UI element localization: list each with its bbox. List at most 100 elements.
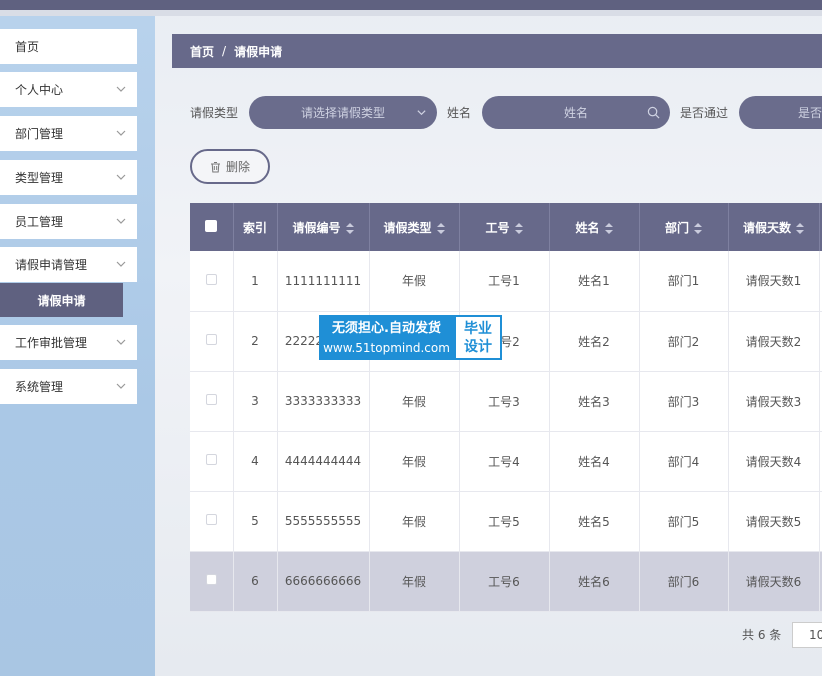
- select-all-checkbox[interactable]: [205, 219, 218, 232]
- table-row[interactable]: 22222222222年假工号2姓名2部门2请假天数2: [190, 311, 822, 372]
- sidebar-item-type[interactable]: 类型管理: [0, 160, 137, 195]
- sidebar-item-label: 部门管理: [15, 127, 64, 141]
- sidebar-item-label: 请假申请管理: [15, 258, 88, 272]
- row-checkbox[interactable]: [205, 334, 217, 345]
- header-index: 索引: [233, 203, 278, 251]
- department-cell: 部门3: [639, 371, 729, 432]
- row-checkbox[interactable]: [205, 514, 217, 525]
- leave-number-cell: 5555555555: [277, 491, 370, 552]
- department-cell: 部门4: [639, 431, 729, 492]
- sidebar-item-system[interactable]: 系统管理: [0, 369, 137, 404]
- employee-id-cell: 工号4: [459, 431, 550, 492]
- leave-number-cell: 4444444444: [277, 431, 370, 492]
- breadcrumb-current: 请假申请: [234, 44, 283, 59]
- leave-days-cell: 请假天数1: [728, 251, 820, 312]
- chevron-down-icon: [116, 383, 126, 389]
- sidebar-item-work-approval[interactable]: 工作审批管理: [0, 325, 137, 360]
- sort-icon[interactable]: [345, 222, 354, 234]
- sort-icon[interactable]: [796, 222, 804, 234]
- sidebar-item-label: 类型管理: [15, 171, 64, 185]
- row-checkbox-cell[interactable]: [190, 251, 234, 312]
- sidebar-item-leave-management[interactable]: 请假申请管理: [0, 247, 137, 282]
- sidebar-item-department[interactable]: 部门管理: [0, 116, 137, 151]
- leave-type-cell: 年假: [369, 491, 460, 552]
- sidebar-item-label: 首页: [15, 40, 40, 54]
- passed-select[interactable]: 是否: [739, 96, 822, 129]
- row-checkbox-cell[interactable]: [190, 491, 234, 552]
- sidebar-item-personal-center[interactable]: 个人中心: [0, 72, 137, 107]
- employee-id-cell: 工号5: [459, 491, 550, 552]
- sidebar-subitem-leave-application[interactable]: 请假申请: [0, 283, 123, 317]
- watermark-line1: 无须担心.自动发货: [332, 320, 441, 336]
- row-checkbox-cell[interactable]: [190, 371, 234, 432]
- department-cell: 部门5: [639, 491, 729, 552]
- watermark-badge-line1: 毕业: [464, 320, 492, 337]
- chevron-down-icon: [417, 110, 426, 116]
- table-row[interactable]: 4 4444444444 年假 工号4 姓名4 部门4 请假天数4: [190, 431, 822, 492]
- leave-type-placeholder: 请选择请假类型: [300, 106, 385, 120]
- chevron-down-icon: [116, 174, 126, 180]
- name-cell: 姓名4: [549, 431, 640, 492]
- delete-button[interactable]: 删除: [190, 149, 270, 184]
- header-leave-number[interactable]: 请假编号: [277, 203, 370, 251]
- table-row[interactable]: 6 6666666666 年假 工号6 姓名6 部门6 请假天数6: [190, 551, 822, 612]
- header-leave-type[interactable]: 请假类型: [369, 203, 460, 251]
- passed-label: 是否通过: [680, 106, 729, 120]
- select-all-cell[interactable]: [190, 203, 234, 251]
- leave-type-cell: 年假: [369, 251, 460, 312]
- name-label: 姓名: [447, 106, 472, 120]
- leave-number-cell: 1111111111: [277, 251, 370, 312]
- leave-number-cell: 6666666666: [277, 551, 370, 612]
- sort-icon[interactable]: [514, 222, 523, 234]
- sidebar-item-employee[interactable]: 员工管理: [0, 204, 137, 239]
- leave-days-cell: 请假天数6: [728, 551, 820, 612]
- name-search-input[interactable]: 姓名: [482, 96, 670, 129]
- leave-type-select[interactable]: 请选择请假类型: [249, 96, 437, 129]
- row-checkbox-cell[interactable]: [190, 431, 234, 492]
- table-row[interactable]: 3 3333333333 年假 工号3 姓名3 部门3 请假天数3: [190, 371, 822, 432]
- page-size-select[interactable]: 10: [792, 622, 822, 648]
- sidebar-item-label: 个人中心: [15, 83, 64, 97]
- employee-id-cell: 工号3: [459, 371, 550, 432]
- leave-type-label: 请假类型: [190, 106, 239, 120]
- employee-id-cell: 工号1: [459, 251, 550, 312]
- header-leave-days[interactable]: 请假天数: [728, 203, 820, 251]
- sort-icon[interactable]: [604, 222, 613, 234]
- row-checkbox-cell[interactable]: [190, 551, 234, 612]
- leave-days-cell: 请假天数4: [728, 431, 820, 492]
- name-cell: 姓名6: [549, 551, 640, 612]
- header-department[interactable]: 部门: [639, 203, 729, 251]
- breadcrumb-separator: /: [222, 44, 227, 58]
- leave-type-cell: 年假: [369, 431, 460, 492]
- table-row[interactable]: 1 1111111111 年假 工号1 姓名1 部门1 请假天数1: [190, 251, 822, 312]
- breadcrumb-home[interactable]: 首页: [190, 43, 214, 60]
- header-employee-id[interactable]: 工号: [459, 203, 550, 251]
- watermark-line2: www.51topmind.com: [323, 340, 450, 355]
- table-row[interactable]: 5 5555555555 年假 工号5 姓名5 部门5 请假天数5: [190, 491, 822, 552]
- sort-icon[interactable]: [436, 222, 445, 234]
- row-checkbox[interactable]: [205, 454, 217, 465]
- department-cell: 部门6: [639, 551, 729, 612]
- sort-icon[interactable]: [694, 222, 702, 234]
- row-checkbox[interactable]: [205, 394, 217, 405]
- search-icon: [647, 106, 660, 119]
- header-name[interactable]: 姓名: [549, 203, 640, 251]
- sidebar-item-home[interactable]: 首页: [0, 29, 137, 64]
- leave-table: 索引 请假编号 请假类型 工号 姓名 部门 请假天数 1 1111111111 年假…: [190, 203, 822, 612]
- chevron-down-icon: [116, 218, 126, 224]
- index-cell: 5: [233, 491, 278, 552]
- leave-days-cell: 请假天数3: [728, 371, 820, 432]
- row-checkbox-cell[interactable]: [190, 311, 234, 372]
- watermark-banner: 无须担心.自动发货 www.51topmind.com: [319, 315, 454, 360]
- page-size-value: 10: [809, 628, 822, 642]
- name-cell: 姓名1: [549, 251, 640, 312]
- watermark-badge-line2: 设计: [464, 338, 492, 355]
- row-checkbox[interactable]: [205, 574, 217, 585]
- sidebar-item-label: 员工管理: [15, 215, 64, 229]
- department-cell: 部门1: [639, 251, 729, 312]
- sidebar-item-label: 系统管理: [15, 380, 64, 394]
- leave-days-cell: 请假天数5: [728, 491, 820, 552]
- row-checkbox[interactable]: [205, 273, 217, 285]
- index-cell: 4: [233, 431, 278, 492]
- name-placeholder: 姓名: [563, 106, 588, 120]
